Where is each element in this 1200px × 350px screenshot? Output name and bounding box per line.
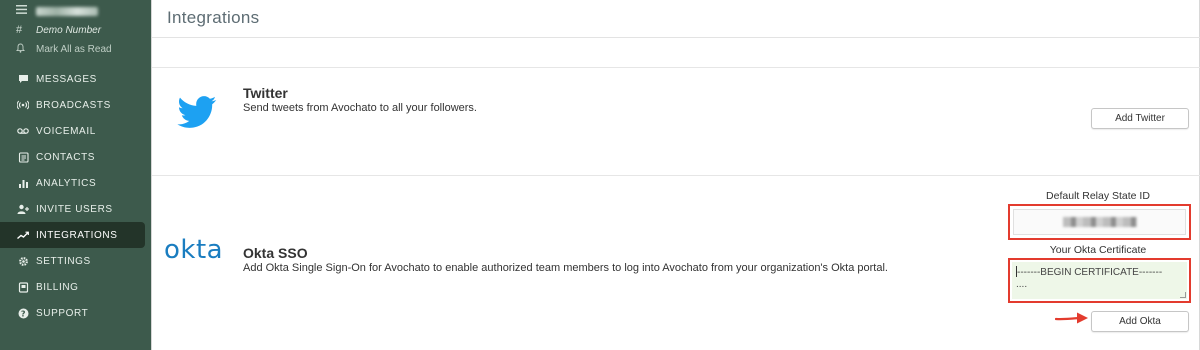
add-okta-button[interactable]: Add Okta bbox=[1091, 311, 1189, 332]
gear-icon bbox=[16, 256, 30, 267]
relay-state-highlight bbox=[1008, 204, 1191, 240]
main-content: Integrations Twitter Send tweets from Av… bbox=[152, 0, 1200, 350]
resize-handle-icon[interactable] bbox=[1180, 292, 1186, 298]
sidebar: # Demo Number Mark All as Read MESSAGES … bbox=[0, 0, 151, 350]
sidebar-item-label: ANALYTICS bbox=[36, 177, 97, 189]
divider bbox=[152, 175, 1200, 176]
twitter-title: Twitter bbox=[243, 85, 288, 101]
divider bbox=[152, 67, 1200, 68]
add-twitter-button[interactable]: Add Twitter bbox=[1091, 108, 1189, 129]
certificate-line-1: -------BEGIN CERTIFICATE------- bbox=[1017, 267, 1163, 278]
support-icon: ? bbox=[16, 308, 30, 319]
sidebar-item-invite-users[interactable]: INVITE USERS bbox=[0, 196, 151, 222]
sidebar-item-settings[interactable]: SETTINGS bbox=[0, 248, 151, 274]
twitter-bird-icon bbox=[177, 96, 217, 134]
okta-certificate-highlight: -------BEGIN CERTIFICATE------- .... bbox=[1008, 258, 1191, 303]
page-title: Integrations bbox=[167, 8, 260, 27]
relay-state-label: Default Relay State ID bbox=[1046, 190, 1150, 202]
billing-icon bbox=[16, 281, 30, 293]
sidebar-item-voicemail[interactable]: VOICEMAIL bbox=[0, 118, 151, 144]
okta-certificate-label: Your Okta Certificate bbox=[1049, 244, 1147, 256]
sidebar-item-label: VOICEMAIL bbox=[36, 125, 96, 137]
sidebar-item-broadcasts[interactable]: BROADCASTS bbox=[0, 92, 151, 118]
number-row[interactable]: # Demo Number bbox=[16, 24, 101, 36]
sidebar-item-billing[interactable]: BILLING bbox=[0, 274, 151, 300]
sidebar-item-label: INVITE USERS bbox=[36, 203, 113, 215]
user-name-redacted bbox=[36, 6, 98, 16]
okta-logo: okta bbox=[164, 235, 224, 265]
contacts-icon bbox=[16, 151, 30, 163]
sidebar-header: # Demo Number Mark All as Read bbox=[0, 0, 151, 62]
hamburger-icon[interactable] bbox=[16, 5, 30, 17]
message-icon bbox=[16, 74, 30, 84]
red-arrow-icon bbox=[1054, 311, 1089, 330]
analytics-icon bbox=[16, 178, 30, 188]
mark-all-read-label: Mark All as Read bbox=[36, 44, 112, 55]
sidebar-item-analytics[interactable]: ANALYTICS bbox=[0, 170, 151, 196]
sidebar-item-label: SUPPORT bbox=[36, 307, 89, 319]
page-header: Integrations bbox=[152, 0, 1200, 38]
okta-description: Add Okta Single Sign-On for Avochato to … bbox=[243, 262, 888, 274]
sidebar-item-label: BILLING bbox=[36, 281, 79, 293]
sidebar-item-label: MESSAGES bbox=[36, 73, 97, 85]
voicemail-icon bbox=[16, 127, 30, 135]
account-row[interactable] bbox=[16, 5, 98, 17]
sidebar-item-support[interactable]: ? SUPPORT bbox=[0, 300, 151, 326]
hash-icon: # bbox=[16, 24, 23, 36]
svg-text:?: ? bbox=[20, 309, 25, 318]
number-label: Demo Number bbox=[36, 24, 102, 36]
sidebar-item-integrations[interactable]: INTEGRATIONS bbox=[0, 222, 145, 248]
sidebar-item-label: INTEGRATIONS bbox=[36, 229, 118, 241]
sidebar-item-label: BROADCASTS bbox=[36, 99, 111, 111]
mark-all-read-row[interactable]: Mark All as Read bbox=[15, 43, 112, 56]
relay-state-input[interactable] bbox=[1013, 209, 1186, 235]
broadcast-icon bbox=[16, 100, 30, 110]
invite-users-icon bbox=[16, 204, 30, 214]
certificate-line-2: .... bbox=[1016, 279, 1028, 290]
okta-certificate-textarea[interactable]: -------BEGIN CERTIFICATE------- .... bbox=[1012, 262, 1187, 299]
sidebar-item-messages[interactable]: MESSAGES bbox=[0, 66, 151, 92]
relay-state-value-redacted bbox=[1062, 217, 1137, 227]
bell-icon bbox=[15, 43, 30, 56]
okta-title: Okta SSO bbox=[243, 245, 308, 261]
sidebar-item-contacts[interactable]: CONTACTS bbox=[0, 144, 151, 170]
twitter-description: Send tweets from Avochato to all your fo… bbox=[243, 102, 477, 114]
sidebar-item-label: SETTINGS bbox=[36, 255, 91, 267]
sidebar-nav: MESSAGES BROADCASTS VOICEMAIL CONTACTS A… bbox=[0, 66, 151, 326]
sidebar-item-label: CONTACTS bbox=[36, 151, 96, 163]
integrations-icon bbox=[16, 231, 30, 240]
